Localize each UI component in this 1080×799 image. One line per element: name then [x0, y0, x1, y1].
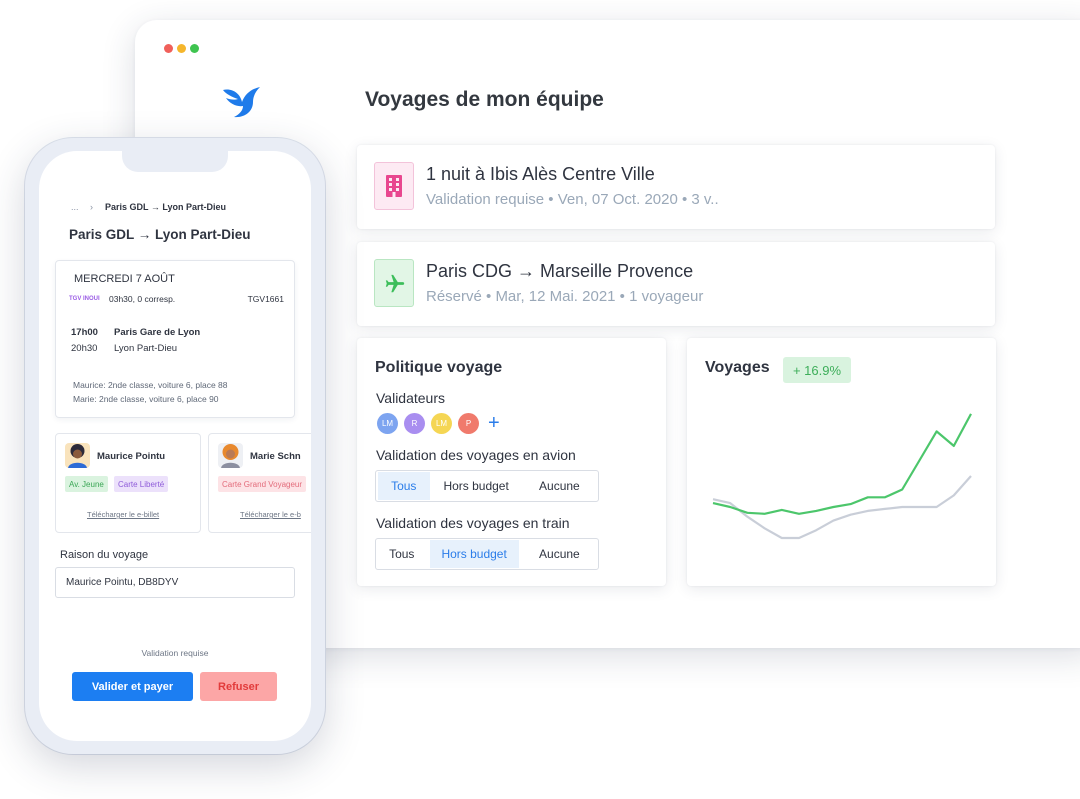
seat-info: Maurice: 2nde classe, voiture 6, place 8… [73, 380, 228, 390]
phone-screen: ... › Paris GDL → Lyon Part-Dieu Paris G… [39, 151, 311, 741]
flight-option-tous[interactable]: Tous [378, 472, 430, 500]
ticket-date: MERCREDI 7 AOÛT [74, 273, 175, 285]
trip-title: Paris CDG → Marseille Provence [426, 261, 694, 281]
chart-series-line-0 [712, 413, 972, 515]
train-option-tous[interactable]: Tous [376, 540, 428, 568]
departure-place: Paris Gare de Lyon [114, 327, 201, 338]
download-eticket-link[interactable]: Télécharger le e-billet [87, 510, 159, 519]
departure-time: 17h00 [71, 327, 98, 338]
card-badge: Av. Jeune [65, 476, 108, 492]
window-close-dot[interactable] [164, 44, 173, 53]
breadcrumb-separator-icon: › [90, 202, 93, 212]
breadcrumb-current: Paris GDL → Lyon Part-Dieu [105, 202, 227, 212]
trip-subtitle: Réservé • Mar, 12 Mai. 2021 • 1 voyageur [426, 288, 704, 305]
route-title: Paris GDL → Lyon Part-Dieu [69, 227, 251, 242]
avatar [65, 443, 90, 468]
trip-subtitle: Validation requise • Ven, 07 Oct. 2020 •… [426, 191, 719, 208]
avatar [218, 443, 243, 468]
validators-label: Validateurs [376, 390, 446, 406]
validator-avatar[interactable]: P [458, 413, 479, 434]
train-validation-segmented: Tous Hors budget Aucune [375, 538, 599, 570]
voyages-chart-card: Voyages + 16.9% [687, 338, 996, 586]
validator-avatar[interactable]: LM [377, 413, 398, 434]
passenger-name: Marie Schn [250, 451, 301, 462]
passenger-name: Maurice Pointu [97, 451, 166, 462]
validators-avatars: LM R LM P + [377, 413, 500, 434]
window-minimize-dot[interactable] [177, 44, 186, 53]
flight-option-hors-budget[interactable]: Hors budget [432, 472, 521, 500]
ticket-duration: 03h30, 0 corresp. [109, 294, 176, 304]
train-number: TGV1661 [247, 294, 284, 304]
reason-input[interactable]: Maurice Pointu, DB8DYV [55, 567, 295, 598]
trip-card-hotel[interactable]: 1 nuit à Ibis Alès Centre Ville Validati… [357, 145, 995, 229]
voyages-line-chart [712, 413, 972, 540]
passenger-card: Marie Schn Carte Grand Voyageur Téléchar… [208, 433, 311, 533]
flight-validation-segmented: Tous Hors budget Aucune [375, 470, 599, 502]
trip-title: 1 nuit à Ibis Alès Centre Ville [426, 164, 655, 184]
download-eticket-link[interactable]: Télécharger le e-b [240, 510, 301, 519]
validate-pay-button[interactable]: Valider et payer [72, 672, 193, 701]
phone-notch [122, 151, 228, 172]
train-validation-label: Validation des voyages en train [376, 515, 570, 531]
arrival-time: 20h30 [71, 343, 98, 354]
airplane-icon [385, 274, 405, 293]
refuse-button[interactable]: Refuser [200, 672, 277, 701]
card-badge: Carte Liberté [114, 476, 169, 492]
page-title: Voyages de mon équipe [365, 88, 604, 111]
travel-policy-card: Politique voyage Validateurs LM R LM P +… [357, 338, 666, 586]
trip-icon-box [374, 259, 414, 307]
tgv-inoui-logo: TGV INOUI [69, 296, 100, 302]
person-avatar-icon [68, 444, 87, 468]
chart-series-line-1 [712, 475, 972, 540]
train-ticket-card: MERCREDI 7 AOÛT TGV INOUI 03h30, 0 corre… [55, 260, 295, 418]
train-option-hors-budget[interactable]: Hors budget [429, 540, 519, 568]
trip-card-flight[interactable]: Paris CDG → Marseille Provence Réservé •… [357, 242, 995, 326]
person-avatar-icon [221, 444, 240, 468]
passenger-card: Maurice Pointu Av. Jeune Carte Liberté T… [55, 433, 201, 533]
seat-info: Marie: 2nde classe, voiture 6, place 90 [73, 394, 219, 404]
window-maximize-dot[interactable] [190, 44, 199, 53]
card-badge: Carte Grand Voyageur [218, 476, 307, 492]
validator-avatar[interactable]: LM [431, 413, 452, 434]
bird-logo-icon [223, 87, 260, 118]
trip-icon-box [374, 162, 414, 210]
breadcrumb-ellipsis[interactable]: ... [71, 202, 79, 212]
flight-option-aucune[interactable]: Aucune [521, 472, 598, 500]
arrival-place: Lyon Part-Dieu [114, 343, 178, 354]
flight-validation-label: Validation des voyages en avion [376, 447, 576, 463]
validation-status: Validation requise [141, 648, 209, 658]
phone-mockup: ... › Paris GDL → Lyon Part-Dieu Paris G… [25, 138, 325, 754]
policy-title: Politique voyage [375, 359, 503, 376]
validator-avatar[interactable]: R [404, 413, 425, 434]
train-option-aucune[interactable]: Aucune [521, 540, 598, 568]
building-icon [386, 175, 402, 197]
reason-label: Raison du voyage [60, 549, 149, 561]
add-validator-button[interactable]: + [488, 413, 500, 434]
